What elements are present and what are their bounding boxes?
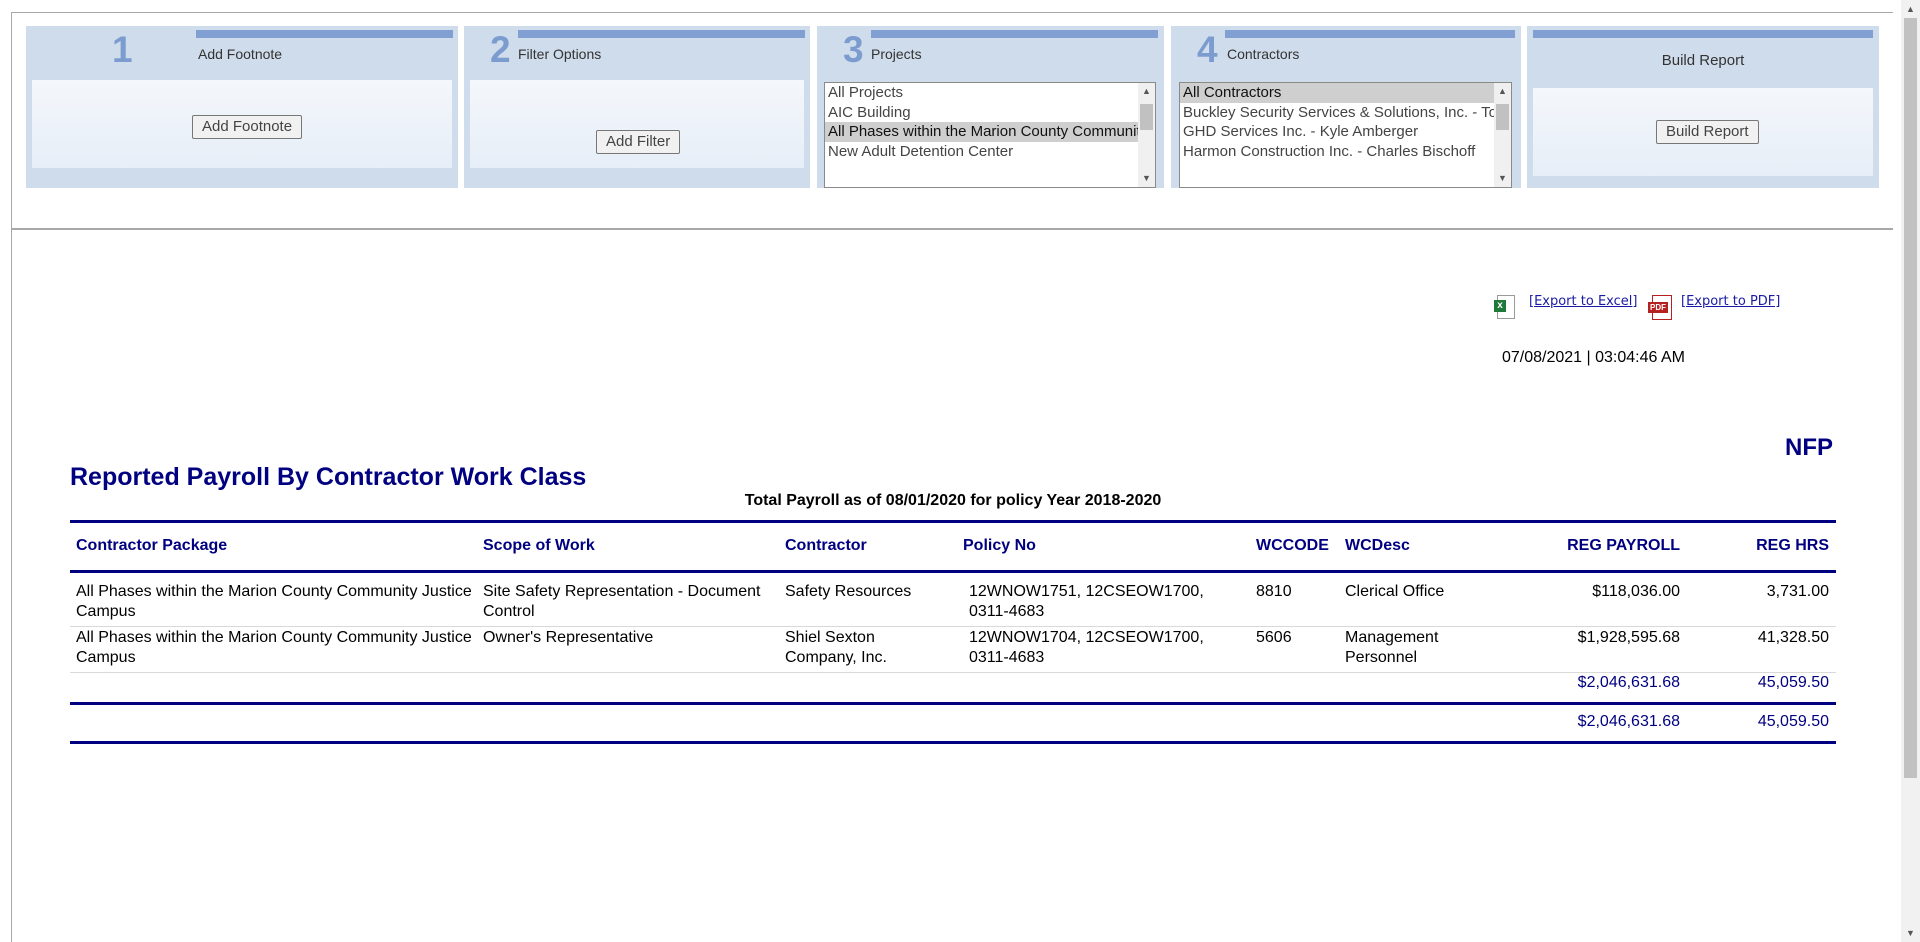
list-item[interactable]: New Adult Detention Center — [825, 142, 1155, 162]
list-item[interactable]: Harmon Construction Inc. - Charles Bisch… — [1180, 142, 1511, 162]
step-bar — [196, 30, 453, 38]
cell-policy: 12WNOW1704, 12CSEOW1700, 0311-4683 — [969, 629, 1204, 666]
scroll-thumb[interactable] — [1904, 18, 1917, 778]
column-header: REG PAYROLL — [1567, 537, 1680, 554]
cell-scope: Owner's Representative — [483, 629, 654, 646]
grand-total-payroll: $2,046,631.68 — [1577, 713, 1680, 730]
step-number: 1 — [112, 29, 133, 70]
step-build-report: Build Report Build Report — [1527, 26, 1879, 188]
report-timestamp: 07/08/2021 | 03:04:46 AM — [1502, 349, 1685, 366]
scrollbar[interactable]: ▲ ▼ — [1494, 83, 1511, 187]
cell-payroll: $1,928,595.68 — [1577, 629, 1680, 646]
step-number: 4 — [1197, 29, 1218, 70]
scroll-up-icon[interactable]: ▲ — [1138, 83, 1155, 100]
export-pdf-link[interactable]: [Export to PDF] — [1681, 294, 1780, 309]
list-item[interactable]: All Projects — [825, 83, 1155, 103]
step-projects: 3 Projects All Projects AIC Building All… — [817, 26, 1164, 188]
toolbar-divider — [12, 228, 1893, 230]
step-bar — [1533, 30, 1873, 38]
step-body: Add Filter — [470, 80, 804, 168]
excel-file-icon[interactable]: x — [1494, 295, 1515, 319]
cell-package: All Phases within the Marion County Comm… — [76, 583, 472, 620]
column-header: REG HRS — [1756, 537, 1829, 554]
step-body: Add Footnote — [32, 80, 452, 168]
cell-wcdesc: Management Personnel — [1345, 629, 1439, 666]
row-separator — [70, 626, 1836, 627]
step-add-footnote: 1 Add Footnote Add Footnote — [26, 26, 458, 188]
step-title: Contractors — [1227, 46, 1300, 62]
header-bottom-rule — [70, 570, 1836, 573]
table-bottom-rule — [70, 741, 1836, 744]
report-title: Reported Payroll By Contractor Work Clas… — [70, 463, 587, 491]
list-item[interactable]: AIC Building — [825, 103, 1155, 123]
step-contractors: 4 Contractors All Contractors Buckley Se… — [1171, 26, 1521, 188]
step-bar — [518, 30, 805, 38]
cell-hrs: 3,731.00 — [1766, 583, 1829, 600]
step-body: Build Report — [1533, 88, 1873, 176]
step-filter-options: 2 Filter Options Add Filter — [464, 26, 810, 188]
scroll-down-icon[interactable]: ▼ — [1494, 170, 1511, 187]
list-item[interactable]: All Phases within the Marion County Comm… — [825, 122, 1155, 142]
column-header: WCCODE — [1256, 537, 1329, 554]
subtotal-hrs: 45,059.50 — [1757, 674, 1829, 691]
build-report-button[interactable]: Build Report — [1656, 120, 1759, 144]
step-title: Build Report — [1661, 52, 1745, 69]
scroll-thumb[interactable] — [1496, 104, 1509, 130]
scrollbar[interactable]: ▲ ▼ — [1138, 83, 1155, 187]
report-subtitle: Total Payroll as of 08/01/2020 for polic… — [744, 492, 1162, 509]
subtotal-payroll: $2,046,631.68 — [1577, 674, 1680, 691]
cell-wccode: 8810 — [1256, 583, 1292, 600]
export-excel-link[interactable]: [Export to Excel] — [1529, 294, 1637, 309]
row-separator — [70, 672, 1836, 673]
scroll-thumb[interactable] — [1140, 104, 1153, 130]
pdf-file-icon[interactable]: PDF — [1648, 295, 1672, 320]
step-title: Projects — [871, 46, 922, 62]
column-header: Scope of Work — [483, 537, 595, 554]
cell-contractor: Shiel Sexton Company, Inc. — [785, 629, 887, 666]
add-filter-button[interactable]: Add Filter — [596, 130, 681, 154]
column-header: WCDesc — [1345, 537, 1410, 554]
page-scrollbar[interactable]: ▲ ▼ — [1901, 0, 1920, 942]
column-header: Contractor — [785, 537, 867, 554]
step-title: Add Footnote — [198, 46, 283, 62]
grand-total-hrs: 45,059.50 — [1757, 713, 1829, 730]
table-top-rule — [70, 520, 1836, 523]
list-item[interactable]: All Contractors — [1180, 83, 1511, 103]
brand-logo: NFP — [1785, 434, 1833, 461]
cell-wcdesc: Clerical Office — [1345, 583, 1445, 600]
cell-package: All Phases within the Marion County Comm… — [76, 629, 472, 666]
list-item[interactable]: GHD Services Inc. - Kyle Amberger — [1180, 122, 1511, 142]
column-header: Policy No — [963, 537, 1036, 554]
list-item[interactable]: Buckley Security Services & Solutions, I… — [1180, 103, 1511, 123]
step-bar — [1225, 30, 1515, 38]
add-footnote-button[interactable]: Add Footnote — [192, 115, 303, 139]
step-bar — [871, 30, 1158, 38]
step-title: Filter Options — [518, 46, 602, 62]
cell-policy: 12WNOW1751, 12CSEOW1700, 0311-4683 — [969, 583, 1204, 620]
cell-scope: Site Safety Representation - Document Co… — [483, 583, 761, 620]
projects-listbox[interactable]: All Projects AIC Building All Phases wit… — [824, 82, 1156, 188]
step-number: 2 — [490, 29, 511, 70]
scroll-up-icon[interactable]: ▲ — [1906, 4, 1915, 14]
scroll-down-icon[interactable]: ▼ — [1138, 170, 1155, 187]
column-header: Contractor Package — [76, 537, 228, 554]
contractors-listbox[interactable]: All Contractors Buckley Security Service… — [1179, 82, 1512, 188]
cell-wccode: 5606 — [1256, 629, 1292, 646]
scroll-down-icon[interactable]: ▼ — [1906, 928, 1915, 938]
cell-payroll: $118,036.00 — [1592, 583, 1680, 600]
cell-contractor: Safety Resources — [785, 583, 912, 600]
scroll-up-icon[interactable]: ▲ — [1494, 83, 1511, 100]
cell-hrs: 41,328.50 — [1757, 629, 1829, 646]
step-number: 3 — [843, 29, 864, 70]
subtotal-rule — [70, 702, 1836, 705]
